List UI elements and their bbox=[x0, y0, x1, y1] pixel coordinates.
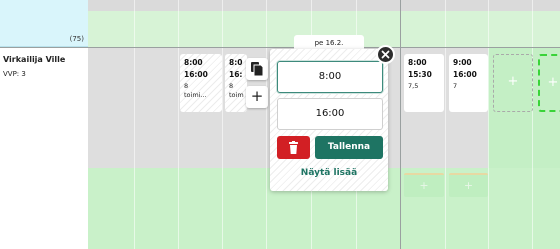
shift-start: 8:00 bbox=[184, 58, 203, 67]
delete-shift-button[interactable] bbox=[277, 136, 310, 159]
shift-card[interactable]: 8:00 16:00 8 toimi... bbox=[180, 54, 222, 112]
header-strip bbox=[88, 0, 560, 11]
add-shift-button[interactable]: + bbox=[246, 86, 268, 108]
copy-icon bbox=[251, 62, 264, 77]
shift-hours: 7 bbox=[453, 82, 458, 90]
shift-hours: 7,5 bbox=[408, 82, 419, 90]
plus-icon: + bbox=[463, 179, 474, 192]
end-time-input[interactable]: 16:00 bbox=[277, 98, 383, 130]
copy-shift-button[interactable] bbox=[246, 58, 268, 80]
column-divider bbox=[488, 0, 489, 249]
column-divider bbox=[134, 0, 135, 249]
shift-end: 15:30 bbox=[408, 70, 432, 79]
start-time-input[interactable]: 8:00 bbox=[277, 61, 383, 93]
add-row-button[interactable]: + bbox=[404, 173, 444, 197]
column-divider bbox=[532, 0, 533, 249]
week-divider bbox=[400, 0, 401, 249]
add-shift-slot[interactable]: + bbox=[538, 54, 560, 112]
add-shift-slot[interactable]: + bbox=[493, 54, 533, 112]
plus-icon: + bbox=[547, 75, 559, 90]
schedule-view: (75) Virkailija Ville VVP: 3 8:00 16:00 … bbox=[0, 0, 560, 249]
shift-card[interactable]: 8:0 16: 8 toim bbox=[225, 54, 247, 112]
close-icon bbox=[381, 50, 390, 59]
save-button[interactable]: Tallenna bbox=[315, 136, 383, 159]
plus-icon: + bbox=[250, 87, 264, 105]
add-row-button[interactable]: + bbox=[449, 173, 488, 197]
plus-icon: + bbox=[507, 74, 519, 89]
shift-end: 16:00 bbox=[453, 70, 477, 79]
shift-card[interactable]: 8:00 15:30 7,5 bbox=[404, 54, 444, 112]
shift-start: 8:00 bbox=[408, 58, 427, 67]
shift-hours: 8 bbox=[184, 82, 189, 90]
employee-vvp: VVP: 3 bbox=[3, 70, 26, 78]
shift-end: 16:00 bbox=[184, 70, 208, 79]
column-divider bbox=[222, 0, 223, 249]
summary-header-cell: (75) bbox=[0, 0, 88, 47]
employee-name[interactable]: Virkailija Ville bbox=[3, 55, 65, 64]
shift-edit-popup: 8:00 16:00 Tallenna Näytä lisää bbox=[270, 49, 388, 191]
trash-icon bbox=[289, 141, 298, 154]
total-count: (75) bbox=[69, 35, 84, 43]
column-divider bbox=[178, 0, 179, 249]
shift-card[interactable]: 9:00 16:00 7 bbox=[449, 54, 488, 112]
shift-note: toimi... bbox=[184, 91, 207, 99]
close-popup-button[interactable] bbox=[376, 45, 395, 64]
shift-hours: 8 bbox=[229, 82, 234, 90]
shift-start: 8:0 bbox=[229, 58, 243, 67]
shift-note: toim bbox=[229, 91, 244, 99]
shift-start: 9:00 bbox=[453, 58, 472, 67]
column-divider bbox=[266, 0, 267, 249]
shift-end: 16: bbox=[229, 70, 243, 79]
employee-cell[interactable]: Virkailija Ville VVP: 3 bbox=[0, 48, 88, 249]
show-more-link[interactable]: Näytä lisää bbox=[270, 168, 388, 178]
plus-icon: + bbox=[419, 179, 429, 192]
column-divider bbox=[445, 0, 446, 249]
